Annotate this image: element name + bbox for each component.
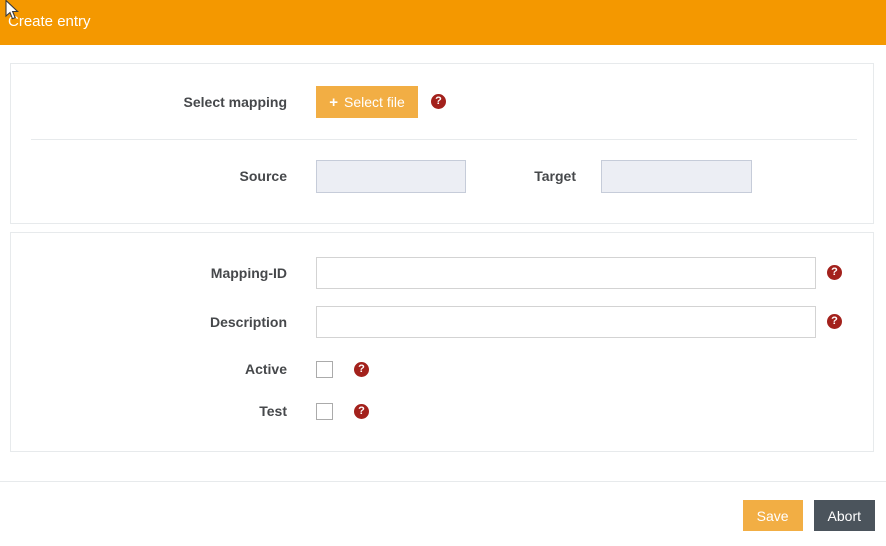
page-header: Create entry [0,0,886,45]
active-help-icon[interactable]: ? [354,362,369,377]
select-file-button[interactable]: + Select file [316,86,418,118]
mapping-file-panel: Select mapping + Select file ? Source Ta… [10,63,874,224]
mapping-details-panel: Mapping-ID ? Description ? Active ? Test… [10,232,874,452]
test-label: Test [11,403,287,420]
test-help-icon[interactable]: ? [354,404,369,419]
active-checkbox[interactable] [316,361,333,378]
panel-divider [31,139,857,140]
select-mapping-help-icon[interactable]: ? [431,94,446,109]
description-label: Description [11,306,287,338]
abort-button[interactable]: Abort [814,500,875,531]
footer-divider [0,481,886,482]
target-field [601,160,752,193]
mapping-id-help-icon[interactable]: ? [827,265,842,280]
mouse-cursor-icon [5,0,21,27]
select-mapping-label: Select mapping [11,86,287,118]
save-button[interactable]: Save [743,500,803,531]
mapping-id-field[interactable] [316,257,816,289]
description-field[interactable] [316,306,816,338]
source-label: Source [11,160,287,193]
target-label: Target [476,160,576,193]
select-file-button-label: Select file [344,94,405,110]
source-field [316,160,466,193]
test-checkbox[interactable] [316,403,333,420]
plus-icon: + [329,94,338,111]
footer-actions: Save Abort [743,500,875,531]
mapping-id-label: Mapping-ID [11,257,287,289]
description-help-icon[interactable]: ? [827,314,842,329]
active-label: Active [11,361,287,378]
